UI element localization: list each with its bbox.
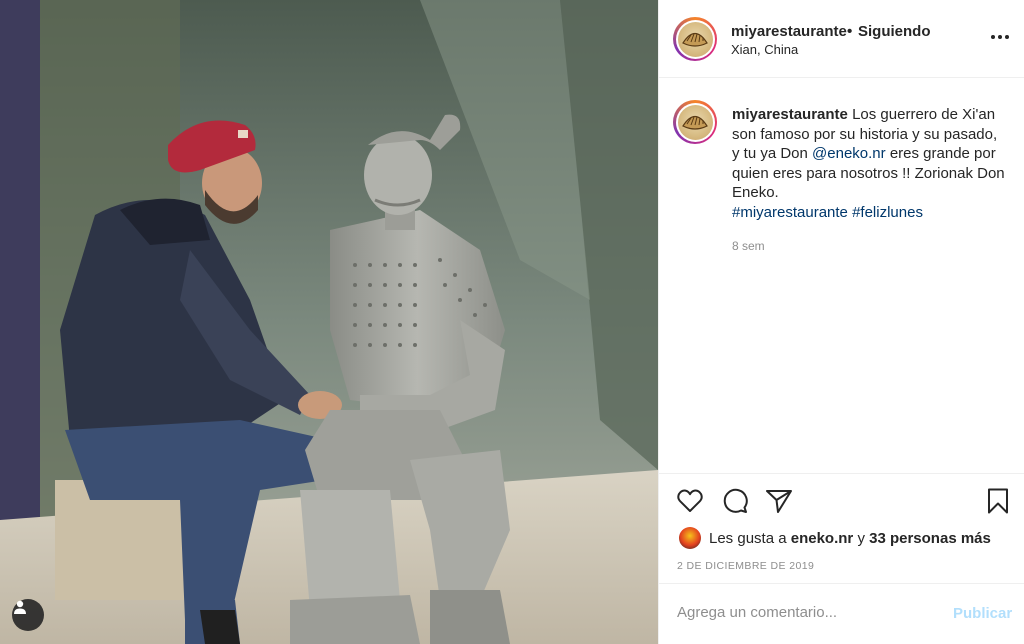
comment-icon xyxy=(723,488,748,513)
comment-bar: Publicar xyxy=(659,583,1024,644)
post-photo[interactable] xyxy=(0,0,658,644)
bookmark-icon xyxy=(988,488,1008,514)
share-button[interactable] xyxy=(765,487,793,515)
heart-icon xyxy=(677,489,703,512)
more-options-button[interactable] xyxy=(989,26,1011,48)
dumpling-logo-icon xyxy=(682,115,708,130)
more-horizontal-icon xyxy=(991,35,1009,39)
likes-count-link[interactable]: 33 personas más xyxy=(869,530,991,547)
liker-avatar[interactable] xyxy=(679,527,701,549)
paper-plane-icon xyxy=(766,490,792,513)
likes-summary: Les gusta a eneko.nr y 33 personas más xyxy=(679,527,991,549)
user-tag-button[interactable] xyxy=(12,599,44,631)
post-date[interactable]: 2 DE DICIEMBRE DE 2019 xyxy=(677,560,814,572)
separator-dot: • xyxy=(847,23,853,40)
post-details-pane: miyarestaurante • Siguiendo Xian, China xyxy=(658,0,1024,644)
hashtag-link[interactable]: #felizlunes xyxy=(852,204,923,221)
comment-input[interactable] xyxy=(677,604,937,621)
caption-username[interactable]: miyarestaurante xyxy=(732,106,848,123)
post-actions: Les gusta a eneko.nr y 33 personas más 2… xyxy=(659,473,1024,583)
dumpling-logo-icon xyxy=(682,32,708,47)
caption-avatar[interactable] xyxy=(673,100,717,144)
post-photo-illustration xyxy=(0,0,658,644)
save-button[interactable] xyxy=(984,487,1012,515)
publish-button[interactable]: Publicar xyxy=(953,605,1012,622)
avatar[interactable] xyxy=(673,17,717,61)
likes-joiner: y xyxy=(857,529,865,547)
user-tag-icon xyxy=(14,600,26,614)
follow-status-button[interactable]: Siguiendo xyxy=(858,23,931,40)
hashtag-link[interactable]: #miyarestaurante xyxy=(732,204,848,221)
caption-text: miyarestaurante Los guerrero de Xi'an so… xyxy=(732,105,1007,223)
like-button[interactable] xyxy=(676,487,704,515)
likes-prefix: Les gusta a xyxy=(709,529,787,547)
caption-timestamp[interactable]: 8 sem xyxy=(732,239,765,253)
liker-username[interactable]: eneko.nr xyxy=(791,530,854,547)
header-username[interactable]: miyarestaurante xyxy=(731,23,847,40)
location-link[interactable]: Xian, China xyxy=(731,42,798,57)
post-header: miyarestaurante • Siguiendo Xian, China xyxy=(659,0,1024,78)
comment-button[interactable] xyxy=(721,487,749,515)
mention-link[interactable]: @eneko.nr xyxy=(812,145,886,162)
